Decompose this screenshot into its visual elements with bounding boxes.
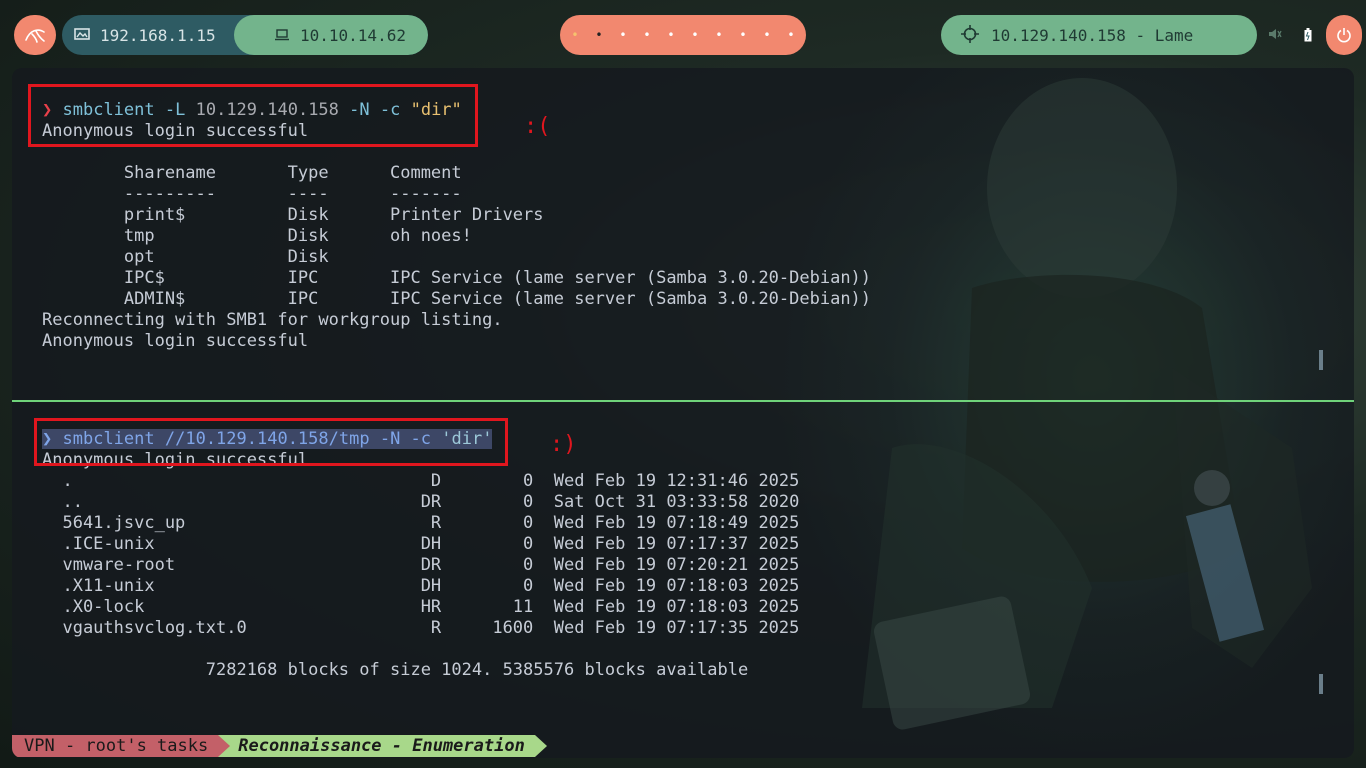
pane-divider[interactable]: [12, 400, 1354, 402]
kali-menu-button[interactable]: [14, 15, 56, 55]
share-row: opt Disk: [42, 247, 329, 267]
workspace-dot[interactable]: •: [611, 29, 635, 41]
annotation-sad: :(: [524, 114, 551, 139]
output-line: Reconnecting with SMB1 for workgroup lis…: [42, 310, 503, 330]
session-label: VPN - root's tasks: [24, 736, 209, 756]
workspace-dot[interactable]: •: [731, 29, 755, 41]
laptop-icon: [274, 29, 290, 41]
workspace-dot[interactable]: •: [755, 29, 779, 41]
workspace-local-ip[interactable]: 192.168.1.15: [62, 15, 234, 55]
terminal-window[interactable]: ❯ smbclient -L 10.129.140.158 -N -c "dir…: [12, 68, 1354, 758]
file-row: .. DR 0 Sat Oct 31 03:33:58 2020: [42, 492, 800, 512]
pane2-scrollbar[interactable]: [1319, 674, 1323, 694]
target-indicator[interactable]: 10.129.140.158 - Lame: [941, 15, 1257, 55]
workspace-dot[interactable]: •: [707, 29, 731, 41]
table-separator: --------- ---- -------: [42, 184, 462, 204]
workspace-dot[interactable]: •: [563, 29, 587, 41]
share-row: ADMIN$ IPC IPC Service (lame server (Sam…: [42, 289, 872, 309]
share-row: tmp Disk oh noes!: [42, 226, 472, 246]
file-row: 5641.jsvc_up R 0 Wed Feb 19 07:18:49 202…: [42, 513, 800, 533]
file-row: .X0-lock HR 11 Wed Feb 19 07:18:03 2025: [42, 597, 800, 617]
workspace-dot[interactable]: •: [683, 29, 707, 41]
pane1-scrollbar[interactable]: [1319, 350, 1323, 370]
blocks-summary: 7282168 blocks of size 1024. 5385576 blo…: [42, 660, 749, 680]
window-segment[interactable]: Reconnaissance - Enumeration: [218, 735, 547, 757]
workspace-vpn-ip[interactable]: 10.10.14.62: [234, 15, 428, 55]
target-label: 10.129.140.158 - Lame: [991, 25, 1194, 45]
workspace-dot[interactable]: •: [659, 29, 683, 41]
annotation-box: [34, 418, 508, 466]
file-row: . D 0 Wed Feb 19 12:31:46 2025: [42, 471, 800, 491]
session-segment[interactable]: VPN - root's tasks: [12, 735, 231, 757]
tmux-status-bar: VPN - root's tasks Reconnaissance - Enum…: [12, 735, 547, 757]
file-row: .ICE-unix DH 0 Wed Feb 19 07:17:37 2025: [42, 534, 800, 554]
table-header: Sharename Type Comment: [42, 163, 462, 183]
workspace-dot-active[interactable]: •: [587, 29, 611, 41]
wallpaper-artwork: [772, 68, 1354, 758]
crosshair-icon: [961, 25, 979, 43]
file-row: vmware-root DR 0 Wed Feb 19 07:20:21 202…: [42, 555, 800, 575]
annotation-box: [28, 84, 478, 147]
vpn-ip-label: 10.10.14.62: [300, 25, 406, 45]
workspace-switcher: 192.168.1.15 10.10.14.62: [62, 15, 428, 55]
kali-dragon-icon: [24, 26, 46, 44]
workspace-dots: • • • • • • • • • •: [560, 15, 806, 55]
power-button[interactable]: [1326, 15, 1362, 55]
output-line: Anonymous login successful: [42, 331, 309, 351]
workspace-dot[interactable]: •: [635, 29, 659, 41]
local-ip-label: 192.168.1.15: [100, 25, 216, 45]
workspace-dot[interactable]: •: [779, 29, 803, 41]
share-row: IPC$ IPC IPC Service (lame server (Samba…: [42, 268, 872, 288]
power-icon: [1336, 27, 1352, 43]
annotation-happy: :): [550, 432, 577, 457]
volume-icon[interactable]: [1268, 26, 1282, 45]
file-row: vgauthsvclog.txt.0 R 1600 Wed Feb 19 07:…: [42, 618, 800, 638]
monitor-icon: [74, 28, 90, 42]
battery-icon[interactable]: [1304, 27, 1312, 46]
top-bar: 192.168.1.15 10.10.14.62 • • • • • • • •…: [0, 0, 1366, 68]
share-row: print$ Disk Printer Drivers: [42, 205, 544, 225]
window-label: Reconnaissance - Enumeration: [238, 736, 525, 756]
file-row: .X11-unix DH 0 Wed Feb 19 07:18:03 2025: [42, 576, 800, 596]
